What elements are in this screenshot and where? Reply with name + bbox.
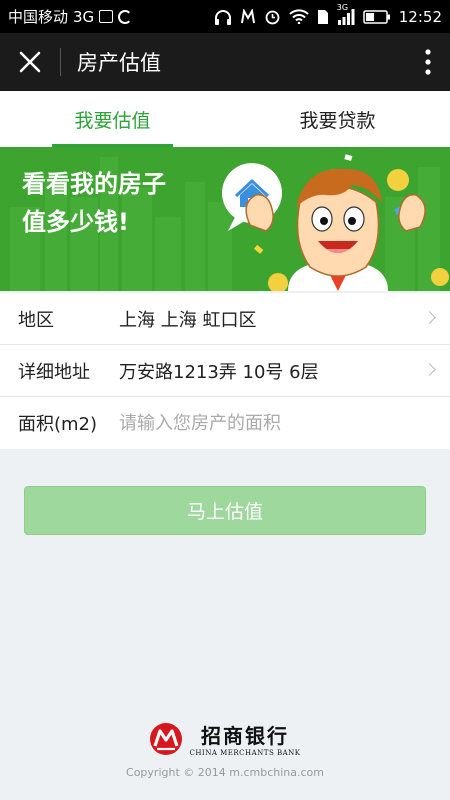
- clock: 12:52: [398, 7, 442, 26]
- address-value: 万安路1213弄 10号 6层: [119, 361, 319, 383]
- tab-valuation[interactable]: 我要估值: [0, 91, 225, 147]
- valuation-form: 地区 上海 上海 虹口区 详细地址 万安路1213弄 10号 6层 面积(m2): [0, 293, 450, 449]
- bank-app-icon: [240, 8, 255, 23]
- sync-icon: [118, 9, 133, 24]
- bank-logo: 招商银行 CHINA MERCHANTS BANK: [0, 720, 450, 757]
- close-icon: [19, 51, 41, 73]
- area-label: 面积(m2): [18, 414, 98, 435]
- title-bar: 房产估值: [0, 33, 450, 91]
- signal-network-type: 3G: [336, 2, 349, 12]
- wifi-icon: [289, 9, 309, 24]
- tab-bar: 我要估值 我要贷款: [0, 91, 450, 147]
- page-title: 房产估值: [77, 51, 161, 75]
- area-row: 面积(m2): [0, 397, 450, 449]
- chevron-right-icon: [423, 363, 436, 376]
- banner-headline: 看看我的房子 值多少钱!: [22, 165, 166, 241]
- brand-text: 招商银行 CHINA MERCHANTS BANK: [189, 720, 300, 757]
- status-left: 中国移动 3G: [8, 6, 133, 27]
- carrier-name: 中国移动: [8, 8, 69, 26]
- close-button[interactable]: [0, 33, 60, 91]
- brand-name-en: CHINA MERCHANTS BANK: [189, 749, 301, 757]
- chevron-right-icon: [423, 311, 436, 324]
- status-bar: 中国移动 3G 3G 12:52: [0, 0, 450, 33]
- promo-banner[interactable]: 看看我的房子 值多少钱!: [0, 147, 450, 291]
- copyright-text: Copyright © 2014 m.cmbchina.com: [126, 766, 324, 779]
- tab-loan[interactable]: 我要贷款: [225, 91, 450, 147]
- brand-name-cn: 招商银行: [201, 724, 289, 748]
- sim-card-icon: [317, 9, 328, 24]
- signal-group: 3G: [337, 3, 355, 25]
- alarm-icon: [265, 10, 280, 25]
- address-row[interactable]: 详细地址 万安路1213弄 10号 6层: [0, 345, 450, 397]
- headphones-icon: [214, 9, 231, 25]
- more-vertical-icon: [425, 49, 431, 75]
- banner-line-2: 值多少钱!: [22, 208, 129, 236]
- banner-line-1: 看看我的房子: [22, 170, 166, 198]
- region-label: 地区: [18, 309, 54, 331]
- area-input[interactable]: [119, 412, 409, 434]
- cmb-logo-icon: [150, 722, 183, 755]
- region-value: 上海 上海 虹口区: [119, 309, 257, 331]
- network-type: 3G: [73, 7, 95, 26]
- region-row[interactable]: 地区 上海 上海 虹口区: [0, 293, 450, 345]
- image-notification-icon: [99, 10, 114, 23]
- address-label: 详细地址: [18, 361, 90, 383]
- title-divider: [60, 48, 61, 76]
- valuate-now-button[interactable]: 马上估值: [24, 486, 426, 535]
- battery-icon: [363, 9, 390, 24]
- status-right: 3G 12:52: [214, 3, 442, 26]
- more-button[interactable]: [406, 33, 450, 91]
